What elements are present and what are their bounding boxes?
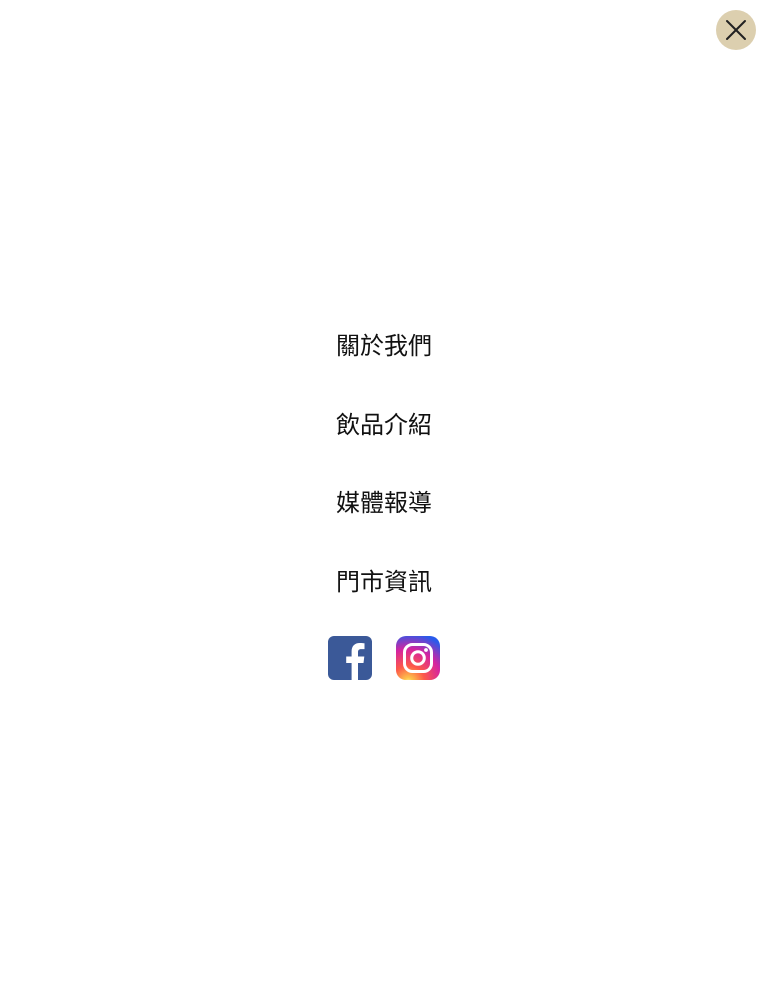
menu-item-stores[interactable]: 門市資訊 — [336, 560, 432, 604]
main-menu: 關於我們 飲品介紹 媒體報導 門市資訊 — [0, 324, 768, 604]
instagram-icon — [396, 636, 440, 680]
menu-item-about-us[interactable]: 關於我們 — [336, 324, 432, 368]
facebook-icon — [328, 636, 372, 680]
instagram-link[interactable] — [396, 636, 440, 680]
facebook-link[interactable] — [328, 636, 372, 680]
close-icon — [726, 20, 746, 40]
menu-item-drinks[interactable]: 飲品介紹 — [336, 403, 432, 447]
social-links — [0, 636, 768, 680]
close-menu-button[interactable] — [716, 10, 756, 50]
menu-item-media[interactable]: 媒體報導 — [336, 481, 432, 525]
